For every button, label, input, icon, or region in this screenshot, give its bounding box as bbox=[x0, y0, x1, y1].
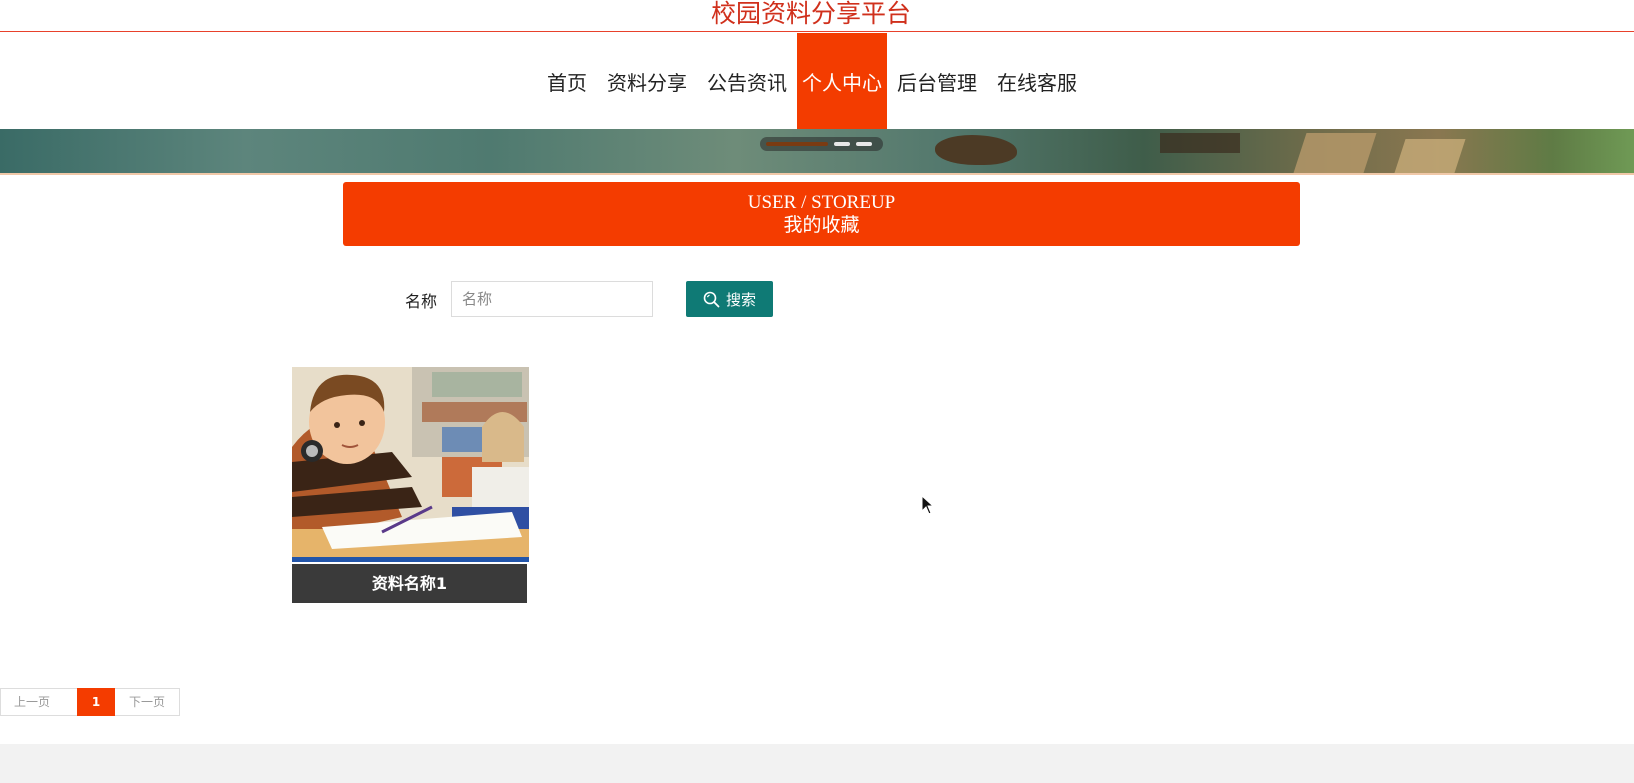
main-nav: 首页 资料分享 公告资讯 个人中心 后台管理 在线客服 bbox=[0, 33, 1634, 129]
boy-in-classroom-photo bbox=[292, 367, 529, 562]
page-number-current[interactable]: 1 bbox=[77, 688, 116, 716]
search-label: 名称 bbox=[405, 292, 438, 311]
footer bbox=[0, 744, 1634, 783]
nav-item-news[interactable]: 公告资讯 bbox=[697, 33, 797, 129]
next-page-button[interactable]: 下一页 bbox=[115, 688, 181, 716]
banner-carousel bbox=[0, 129, 1634, 173]
mouse-cursor-icon bbox=[921, 494, 935, 519]
banner-divider bbox=[0, 173, 1634, 175]
search-button-label: 搜索 bbox=[725, 290, 756, 309]
nav-item-personal-center[interactable]: 个人中心 bbox=[797, 33, 887, 129]
site-header: 校园资料分享平台 bbox=[0, 0, 1634, 32]
pagination-spacer bbox=[63, 688, 78, 716]
search-input[interactable] bbox=[451, 281, 653, 317]
banner-chair-decoration bbox=[1394, 139, 1466, 173]
prev-page-button[interactable]: 上一页 bbox=[0, 688, 64, 716]
favorite-card-title[interactable]: 资料名称1 bbox=[292, 564, 527, 603]
nav-item-customer-service[interactable]: 在线客服 bbox=[987, 33, 1087, 129]
section-title-cn: 我的收藏 bbox=[783, 214, 860, 236]
banner-chair-decoration bbox=[1293, 133, 1377, 173]
nav-item-resources[interactable]: 资料分享 bbox=[597, 33, 697, 129]
site-title: 校园资料分享平台 bbox=[710, 0, 911, 28]
favorite-card[interactable]: 资料名称1 bbox=[292, 367, 529, 603]
search-button[interactable]: 搜索 bbox=[686, 281, 773, 317]
section-header: USER / STOREUP 我的收藏 bbox=[343, 182, 1300, 246]
banner-deck-decoration bbox=[1160, 133, 1240, 153]
pagination: 上一页 1 下一页 bbox=[0, 688, 181, 716]
carousel-indicator-2[interactable] bbox=[834, 142, 850, 146]
carousel-indicator-3[interactable] bbox=[856, 142, 872, 146]
banner-rock-decoration bbox=[935, 135, 1017, 165]
favorite-card-image[interactable] bbox=[292, 367, 529, 562]
nav-item-admin[interactable]: 后台管理 bbox=[887, 33, 987, 129]
search-icon bbox=[703, 291, 720, 308]
carousel-indicators bbox=[760, 137, 883, 151]
section-title-en: USER / STOREUP bbox=[747, 192, 896, 213]
carousel-indicator-1[interactable] bbox=[766, 142, 828, 146]
nav-item-home[interactable]: 首页 bbox=[537, 33, 597, 129]
